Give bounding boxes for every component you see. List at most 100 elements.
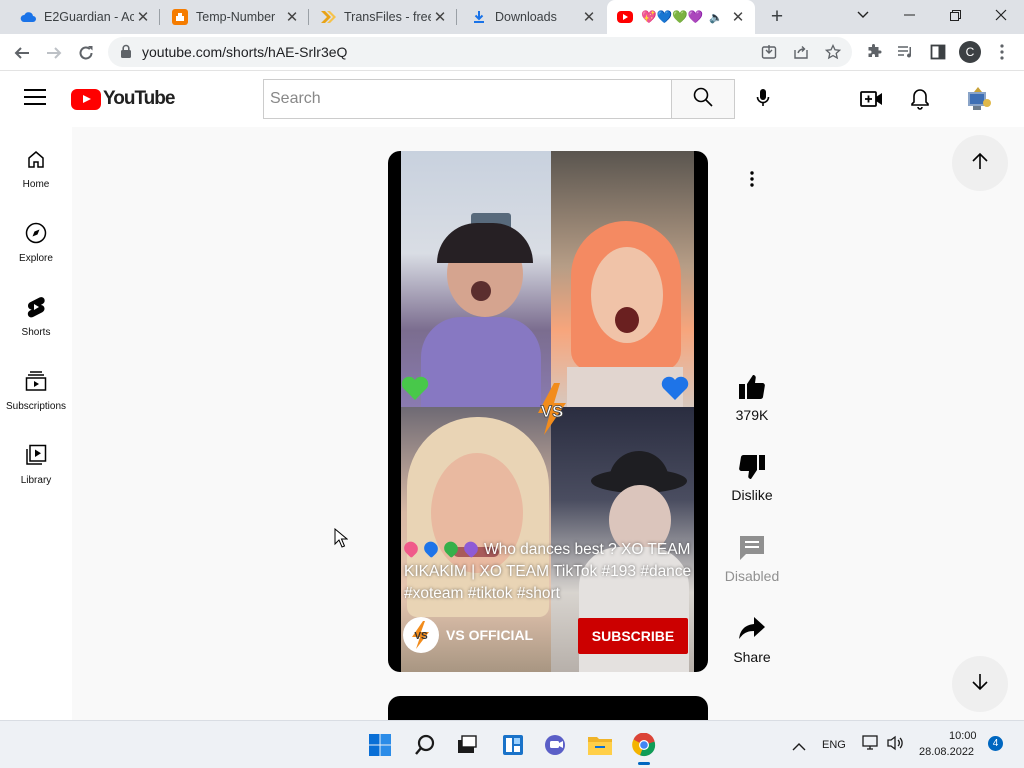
widgets-icon[interactable] [497,729,529,761]
tab-youtube-short[interactable]: 💖💙💚💜 🔈 ✕ [607,0,755,34]
share-button[interactable]: Share [722,611,782,665]
tab-temp-number[interactable]: Temp-Number ✕ [152,0,309,34]
lock-icon[interactable] [120,44,132,64]
guide-item-shorts[interactable]: Shorts [0,275,72,345]
search-icon [693,87,713,112]
clock-time[interactable]: 10:00 [949,730,977,742]
video-frame-top-left [401,151,551,407]
channel-avatar[interactable]: VS [403,617,439,653]
close-window-button[interactable] [978,0,1024,30]
task-view-icon[interactable] [451,729,483,761]
video-frame-top-right [551,151,694,407]
voice-search-button[interactable] [743,80,783,120]
comments-label: Disabled [724,568,780,584]
close-tab-icon[interactable]: ✕ [729,8,747,26]
youtube-masthead: YouTube [0,71,1024,127]
taskbar-search-icon[interactable] [409,729,441,761]
search-button[interactable] [671,79,735,119]
guide-label: Library [20,475,52,486]
account-avatar[interactable] [964,85,992,113]
chrome-menu-icon[interactable] [992,42,1012,62]
next-short-button[interactable] [952,656,1008,712]
download-icon [471,9,487,25]
short-caption: Who dances best ? XO TEAM KIKAKIM | XO T… [401,538,694,605]
extensions-puzzle-icon[interactable] [864,42,884,62]
input-language-indicator[interactable]: ENG [822,739,846,751]
youtube-play-logo-icon [71,88,101,110]
green-heart-icon [401,376,429,400]
profile-avatar[interactable]: C [959,41,981,63]
media-control-icon[interactable] [896,42,916,62]
previous-short-button[interactable] [952,135,1008,191]
youtube-icon [617,11,633,23]
notifications-bell-icon[interactable] [907,86,933,112]
tab-search-chevron-icon[interactable] [840,0,886,30]
clock-date[interactable]: 28.08.2022 [919,746,974,758]
guide-item-library[interactable]: Library [0,423,72,493]
search-input[interactable] [264,80,672,118]
share-arrow-icon [734,611,770,647]
new-tab-button[interactable]: + [764,5,790,29]
close-tab-icon[interactable]: ✕ [283,8,301,26]
url-text[interactable]: youtube.com/shorts/hAE-Srlr3eQ [142,44,347,60]
microphone-icon [756,88,770,113]
compass-icon [24,221,48,245]
guide-label: Explore [19,253,53,264]
guide-item-subscriptions[interactable]: Subscriptions [0,349,72,419]
guide-menu-icon[interactable] [24,89,46,107]
close-tab-icon[interactable]: ✕ [431,8,449,26]
subscribe-button[interactable]: SUBSCRIBE [578,618,688,654]
thumbs-up-icon [734,369,770,405]
close-tab-icon[interactable]: ✕ [580,8,598,26]
guide-item-home[interactable]: Home [0,127,72,197]
chrome-taskbar-icon[interactable] [628,729,660,765]
mini-guide: Home Explore Shorts Subscriptions Librar… [0,127,72,720]
dislike-button[interactable]: Dislike [722,449,782,503]
tab-transfiles[interactable]: TransFiles - free ✕ [300,0,457,34]
shorts-video-player[interactable]: VS Who dances best ? XO TEAM KIKAKIM | X… [388,151,708,672]
youtube-logo[interactable]: YouTube [71,88,175,110]
transfiles-icon [320,9,336,25]
search-box [263,79,672,119]
network-icon[interactable] [862,735,880,756]
install-app-icon[interactable] [760,43,778,61]
address-bar[interactable]: youtube.com/shorts/hAE-Srlr3eQ [108,37,852,67]
vs-badge-logo: VS [524,381,580,437]
side-panel-icon[interactable] [928,42,948,62]
forward-button[interactable] [40,39,68,67]
channel-name[interactable]: VS OFFICIAL [446,627,533,643]
teams-chat-icon[interactable] [540,729,572,761]
file-explorer-icon[interactable] [584,729,616,761]
svg-text:VS: VS [541,402,564,421]
volume-icon[interactable] [886,735,904,756]
guide-item-explore[interactable]: Explore [0,201,72,271]
show-hidden-icons-chevron-icon[interactable] [792,738,806,756]
reload-button[interactable] [72,39,100,67]
arrow-down-icon [971,673,989,696]
comment-icon [734,530,770,566]
share-page-icon[interactable] [792,43,810,61]
more-actions-icon[interactable] [740,167,764,191]
svg-text:VS: VS [414,631,428,642]
back-button[interactable] [8,39,36,67]
close-tab-icon[interactable]: ✕ [134,8,152,26]
library-icon [24,443,48,467]
windows-start-icon[interactable] [364,729,396,761]
comments-button[interactable]: Disabled [722,530,782,584]
audio-playing-icon[interactable]: 🔈 [709,11,723,24]
guide-label: Shorts [21,327,51,338]
tab-e2guardian[interactable]: E2Guardian - Ac ✕ [0,0,160,34]
heart-emoji-icon [441,538,461,559]
restore-button[interactable] [932,0,978,30]
bookmark-star-icon[interactable] [824,43,842,61]
create-video-icon[interactable] [859,86,885,112]
channel-row: VS VS OFFICIAL [403,617,533,653]
notification-count-badge[interactable]: 4 [988,736,1003,751]
like-count: 379K [735,407,769,423]
heart-emoji-icon [421,538,441,559]
tab-downloads[interactable]: Downloads ✕ [451,0,606,34]
guide-label: Home [22,179,50,190]
minimize-button[interactable] [886,0,932,30]
like-button[interactable]: 379K [722,369,782,423]
blue-heart-icon [661,376,689,400]
